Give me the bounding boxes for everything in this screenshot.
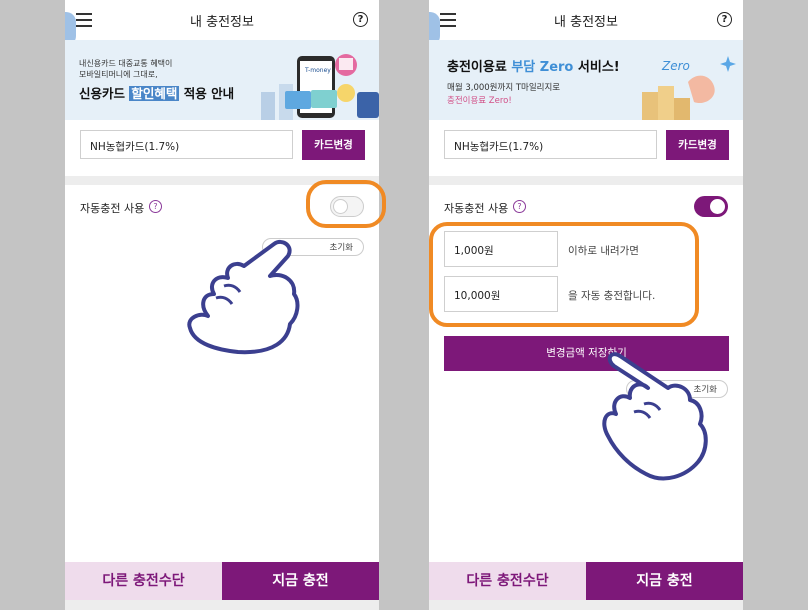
bottom-bar: 다른 충전수단 지금 충전 — [65, 562, 379, 600]
help-icon[interactable]: ? — [353, 12, 368, 27]
zero-badge-text: Zero — [661, 59, 690, 73]
card-section: NH농협카드(1.7%) 카드변경 — [429, 120, 743, 176]
help-icon[interactable]: ? — [717, 12, 732, 27]
charge-now-button[interactable]: 지금 충전 — [222, 562, 379, 600]
promo-banner[interactable]: 충전이용료 부담 Zero 서비스! 매월 3,000원까지 T마일리지로 충전… — [429, 40, 743, 120]
promo-banner[interactable]: 내신용카드 대중교통 혜택이 모바일티머니에 그대로, 신용카드 할인혜택 적용… — [65, 40, 379, 120]
banner-illustration: T-money — [261, 54, 379, 120]
card-change-button[interactable]: 카드변경 — [666, 130, 729, 160]
banner-pager[interactable] — [579, 112, 593, 120]
other-charge-method-button[interactable]: 다른 충전수단 — [65, 562, 222, 600]
auto-charge-label: 자동충전 사용 — [80, 202, 145, 215]
banner-subtitle: 매월 3,000원까지 T마일리지로 — [447, 83, 561, 93]
card-brand-text: T-money — [304, 67, 331, 74]
app-header: 내 충전정보 ? — [65, 0, 379, 40]
banner-line: 모바일티머니에 그대로, — [79, 70, 158, 79]
card-name-field: NH농협카드(1.7%) — [444, 130, 657, 159]
banner-title: 충전이용료 부담 Zero 서비스! — [447, 60, 620, 75]
bottom-bar: 다른 충전수단 지금 충전 — [429, 562, 743, 600]
auto-charge-help-icon[interactable]: ? — [149, 200, 162, 213]
charge-now-button[interactable]: 지금 충전 — [586, 562, 743, 600]
page-title: 내 충전정보 — [554, 15, 618, 30]
auto-charge-help-icon[interactable]: ? — [513, 200, 526, 213]
amount-highlight-ring — [429, 222, 699, 327]
page-title: 내 충전정보 — [190, 15, 254, 30]
auto-charge-label: 자동충전 사용 — [444, 202, 509, 215]
other-charge-method-button[interactable]: 다른 충전수단 — [429, 562, 586, 600]
card-section: NH농협카드(1.7%) 카드변경 — [65, 120, 379, 176]
toggle-highlight-ring — [306, 180, 386, 228]
banner-pager[interactable] — [215, 112, 229, 120]
banner-line: 내신용카드 대중교통 혜택이 — [79, 59, 173, 68]
banner-title: 신용카드 할인혜택 적용 안내 — [79, 86, 235, 101]
auto-charge-toggle[interactable] — [694, 196, 728, 217]
card-change-button[interactable]: 카드변경 — [302, 130, 365, 160]
card-name-field: NH농협카드(1.7%) — [80, 130, 293, 159]
pointing-hand-icon — [187, 239, 300, 355]
app-header: 내 충전정보 ? — [429, 0, 743, 40]
banner-subtitle-accent: 충전이용료 Zero! — [447, 96, 512, 106]
banner-illustration: Zero — [642, 56, 736, 120]
toggle-knob — [710, 199, 725, 214]
pointing-hand-icon — [602, 352, 708, 481]
